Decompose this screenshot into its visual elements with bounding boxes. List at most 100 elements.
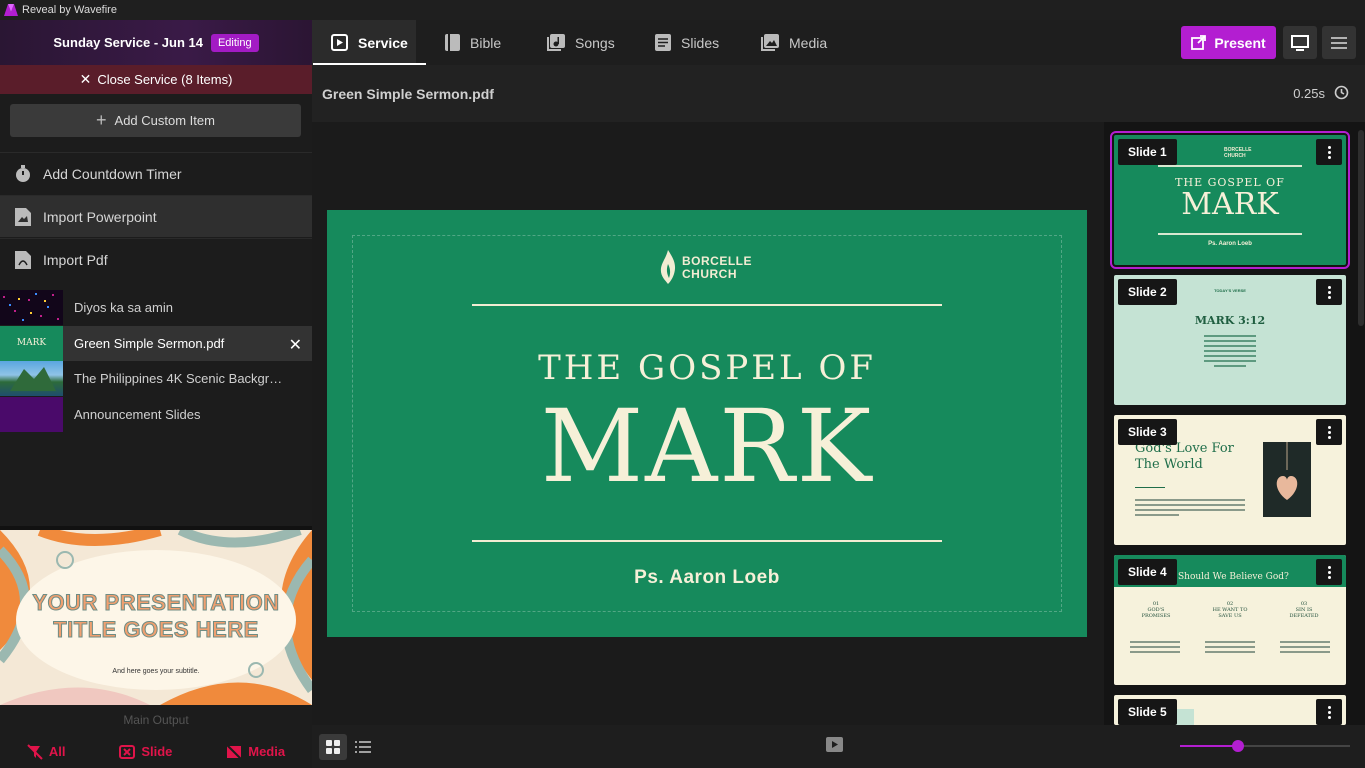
app-logo-icon [4,4,18,16]
stopwatch-icon [12,164,34,183]
flame-logo-icon [660,250,676,284]
tab-slides[interactable]: Slides [655,20,719,65]
slide-rule [1158,233,1302,235]
tab-songs[interactable]: Songs [547,20,615,65]
slide-thumbnail-2[interactable]: Slide 2 TODAY'S VERSE MARK 3:12 [1114,275,1346,405]
media-icon [761,34,779,51]
slides-scrollbar[interactable] [1358,130,1364,326]
clear-media-icon [226,743,242,760]
slide-thumbnail-4[interactable]: Slide 4 Should We Believe God? 01 GOD'S PR… [1114,555,1346,685]
plus-icon: + [96,110,107,130]
slide-speaker: Ps. Aaron Loeb [634,567,780,588]
window-title: Reveal by Wavefire [22,4,117,16]
zoom-slider-handle[interactable] [1232,740,1244,752]
slide-rule-bottom [472,540,942,542]
tab-bible[interactable]: Bible [445,20,501,65]
tab-service[interactable]: Service [313,20,426,65]
timer-icon[interactable] [1334,85,1349,100]
slide-title: Should We Believe God? [1178,572,1289,582]
slide-speaker: Ps. Aaron Loeb [1208,241,1252,247]
item-header: Green Simple Sermon.pdf 0.25s [312,65,1365,122]
slide-column: 01 GOD'S PROMISES [1141,601,1171,619]
clear-output-bar: All Slide Media [0,735,312,768]
slide-title: MARK [1181,187,1279,222]
service-item[interactable]: The Philippines 4K Scenic Backgroun... [0,361,312,396]
slide-title: MARK 3:12 [1194,314,1266,327]
clear-all-icon [27,743,43,760]
import-powerpoint-button[interactable]: Import Powerpoint [0,195,312,237]
item-thumbnail [0,397,63,432]
service-header: Sunday Service - Jun 14 Editing [0,20,312,65]
service-item[interactable]: MARK Green Simple Sermon.pdf ✕ [0,326,312,361]
close-icon: ✕ [79,71,92,87]
slide-title: God's Love For The World [1135,441,1234,472]
slide-options-button[interactable] [1316,279,1342,305]
play-button[interactable] [826,737,843,757]
slide-shape [1174,709,1194,725]
slide-photo [1263,442,1311,517]
item-thumbnail: MARK [0,326,63,361]
add-countdown-timer-button[interactable]: Add Countdown Timer [0,152,312,194]
transition-time[interactable]: 0.25s [1293,86,1325,101]
slide-body-text [1135,499,1245,516]
item-thumbnail [0,290,63,325]
import-pdf-button[interactable]: Import Pdf [0,238,312,280]
slide-body-text [1130,641,1330,653]
service-name[interactable]: Sunday Service - Jun 14 [53,35,203,50]
slide-rule [1135,487,1165,488]
church-logo-text: BORCELLE CHURCH [682,254,752,281]
remove-item-icon[interactable]: ✕ [289,335,302,355]
slide-column: 03 SIN IS DEFEATED [1289,601,1319,619]
slide-options-button[interactable] [1316,559,1342,585]
monitor-icon [1291,34,1309,51]
output-title-line-2: TITLE GOES HERE [53,617,259,643]
slide-rule-top [472,304,942,306]
slide-rule [1158,165,1302,167]
pdf-file-icon [12,250,34,269]
output-title-line-1: YOUR PRESENTATION [32,590,280,616]
slide-tag: Slide 1 [1118,139,1177,165]
slide-heading: THE GOSPEL OF [538,348,876,388]
hamburger-icon [1331,36,1347,49]
menu-button[interactable] [1322,26,1356,59]
slide-title: MARK [540,388,874,505]
add-custom-item-button[interactable]: + Add Custom Item [10,104,301,137]
slide-tag: Slide 2 [1118,279,1177,305]
slide-thumbnail-1[interactable]: Slide 1 BORCELLE CHURCH THE GOSPEL OF MAR… [1110,131,1350,269]
service-item[interactable]: Announcement Slides [0,397,312,432]
output-subtitle: And here goes your subtitle. [112,668,200,675]
editing-badge[interactable]: Editing [210,33,259,52]
present-button[interactable]: Present [1181,26,1276,59]
service-icon [331,34,348,51]
close-service-button[interactable]: ✕ Close Service (8 Items) [0,65,312,94]
service-item[interactable]: Diyos ka sa amin [0,290,312,325]
slide-tag: Slide 5 [1118,699,1177,725]
slide-column: 02 HE WANT TO SAVE US [1212,601,1248,619]
zoom-slider-fill [1180,745,1238,747]
clear-all-button[interactable]: All [27,743,66,760]
slide-options-button[interactable] [1316,419,1342,445]
display-settings-button[interactable] [1283,26,1317,59]
item-filename: Green Simple Sermon.pdf [322,85,494,102]
tab-media[interactable]: Media [761,20,827,65]
heart-ornament-icon [1276,442,1298,500]
main-output-label: Main Output [123,713,189,727]
slide-options-button[interactable] [1316,699,1342,725]
list-icon [355,741,371,753]
slide-options-button[interactable] [1316,139,1342,165]
current-slide-preview[interactable]: BORCELLE CHURCH THE GOSPEL OF MARK Ps. A… [327,210,1087,637]
slide-body-text [1204,335,1256,367]
main-output-preview[interactable]: YOUR PRESENTATION TITLE GOES HERE And he… [0,526,312,705]
clear-slide-button[interactable]: Slide [119,744,172,760]
grid-view-button[interactable] [319,734,347,760]
clear-slide-icon [119,744,136,759]
play-icon [826,737,843,752]
clear-media-button[interactable]: Media [226,743,285,760]
slide-thumbnail-3[interactable]: Slide 3 God's Love For The World [1114,415,1346,545]
slide-thumbnail-5[interactable]: Slide 5 [1114,695,1346,725]
title-bar: Reveal by Wavefire [0,0,1365,20]
grid-icon [326,740,340,754]
songs-icon [547,34,565,51]
external-link-icon [1191,35,1207,50]
list-view-button[interactable] [352,734,374,760]
